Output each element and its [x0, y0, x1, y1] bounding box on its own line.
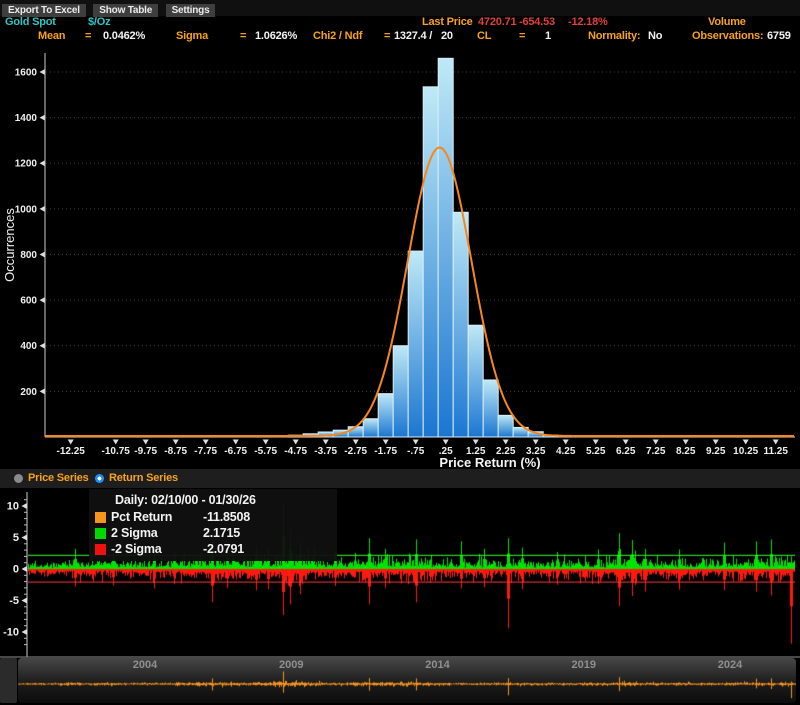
nav-year-label: 2024 — [718, 659, 742, 671]
observations-value: 6759 — [767, 30, 791, 42]
svg-text:1400: 1400 — [15, 113, 38, 124]
normality-value: No — [648, 30, 662, 42]
ndf-value: 20 — [441, 30, 453, 42]
security-unit: $/Oz — [88, 16, 110, 28]
svg-text:10.25: 10.25 — [733, 446, 758, 457]
two-sigma-value: 2.1715 — [203, 525, 240, 541]
mean-value: 0.0462% — [103, 30, 145, 42]
legend-neg2sigma-row: -2 Sigma -2.0791 — [95, 541, 331, 557]
nav-year-label: 2019 — [572, 659, 596, 671]
svg-text:11.25: 11.25 — [763, 446, 788, 457]
svg-text:800: 800 — [20, 250, 37, 261]
price-series-radio[interactable] — [14, 474, 23, 483]
svg-text:5.25: 5.25 — [586, 446, 606, 457]
price-change-value: -654.53 — [519, 16, 555, 28]
svg-text:-12.25: -12.25 — [57, 446, 86, 457]
svg-text:1000: 1000 — [15, 204, 38, 215]
mean-equals: = — [85, 30, 91, 42]
svg-text:5: 5 — [13, 532, 19, 544]
cl-label: CL — [477, 30, 491, 42]
svg-text:8.25: 8.25 — [676, 446, 696, 457]
hra-screen: Export To Excel Show Table Settings Gold… — [0, 0, 800, 705]
nav-year-label: 2014 — [425, 659, 449, 671]
svg-text:0: 0 — [13, 564, 19, 576]
svg-text:600: 600 — [20, 296, 37, 307]
svg-text:6.25: 6.25 — [616, 446, 636, 457]
pct-return-swatch-icon — [95, 512, 106, 523]
svg-text:1200: 1200 — [15, 159, 38, 170]
sigma-label: Sigma — [176, 30, 208, 42]
pct-return-label: Pct Return — [111, 509, 203, 525]
svg-text:-2.75: -2.75 — [344, 446, 367, 457]
legend-date-range: Daily: 02/10/00 - 01/30/26 — [95, 492, 331, 509]
price-pct-change-value: -12.18% — [568, 16, 608, 28]
svg-text:400: 400 — [20, 341, 37, 352]
normality-label: Normality: — [588, 30, 640, 42]
return-series-label[interactable]: Return Series — [109, 472, 178, 484]
svg-text:-1.75: -1.75 — [374, 446, 397, 457]
neg-two-sigma-value: -2.0791 — [203, 541, 244, 557]
mean-label: Mean — [38, 30, 65, 42]
pct-return-value: -11.8508 — [203, 509, 250, 525]
chi2-ndf-label: Chi2 / Ndf — [313, 30, 362, 42]
svg-text:4.25: 4.25 — [556, 446, 576, 457]
svg-text:-5: -5 — [9, 595, 19, 607]
navigator-left-gutter[interactable] — [0, 658, 17, 703]
svg-text:-4.75: -4.75 — [284, 446, 307, 457]
price-series-label[interactable]: Price Series — [28, 472, 89, 484]
volume-label: Volume — [708, 16, 746, 28]
toolbar: Export To Excel Show Table Settings — [0, 0, 800, 16]
svg-text:-10: -10 — [3, 627, 19, 639]
legend-2sigma-row: 2 Sigma 2.1715 — [95, 525, 331, 541]
navigator-overview-line[interactable] — [18, 669, 796, 702]
nav-year-label: 2009 — [279, 659, 303, 671]
svg-text:Occurrences: Occurrences — [2, 208, 17, 282]
legend-pct-return-row: Pct Return -11.8508 — [95, 509, 331, 525]
security-name: Gold Spot — [5, 16, 56, 28]
navigator-strip[interactable]: 2004 2009 2014 2019 2024 — [18, 658, 796, 703]
last-price-label: Last Price — [422, 16, 473, 28]
svg-text:-9.75: -9.75 — [134, 446, 157, 457]
chi2-value: 1327.4 / — [394, 30, 432, 42]
svg-text:-5.75: -5.75 — [254, 446, 277, 457]
svg-text:Price Return (%): Price Return (%) — [439, 455, 540, 469]
svg-text:200: 200 — [20, 387, 37, 398]
svg-text:-6.75: -6.75 — [224, 446, 247, 457]
histogram-chart: 200 400 600 800 1000 1200 1400 1600 -12.25 -10.75… — [0, 45, 800, 469]
chart-legend: Daily: 02/10/00 - 01/30/26 Pct Return -1… — [89, 489, 337, 561]
svg-text:-8.75: -8.75 — [164, 446, 187, 457]
header-row-stats: Mean = 0.0462% Sigma = 1.0626% Chi2 / Nd… — [0, 30, 800, 44]
nav-year-label: 2004 — [133, 659, 157, 671]
svg-text:7.25: 7.25 — [646, 446, 666, 457]
svg-text:10: 10 — [7, 501, 19, 513]
svg-text:9.25: 9.25 — [706, 446, 726, 457]
svg-text:-3.75: -3.75 — [314, 446, 337, 457]
return-series-radio[interactable] — [95, 474, 104, 483]
two-sigma-label: 2 Sigma — [111, 525, 203, 541]
svg-text:-7.75: -7.75 — [194, 446, 217, 457]
chi2-equals: = — [384, 30, 390, 42]
last-price-value: 4720.71 — [478, 16, 516, 28]
svg-text:-10.75: -10.75 — [102, 446, 131, 457]
header-row-security: Gold Spot $/Oz Last Price 4720.71 -654.5… — [0, 16, 800, 30]
neg-two-sigma-label: -2 Sigma — [111, 541, 203, 557]
neg-two-sigma-swatch-icon — [95, 544, 106, 555]
svg-text:-.75: -.75 — [407, 446, 425, 457]
svg-text:1600: 1600 — [15, 67, 38, 78]
sigma-value: 1.0626% — [255, 30, 297, 42]
series-selector-bar: Price Series Return Series — [0, 469, 800, 488]
sigma-equals: = — [240, 30, 246, 42]
two-sigma-swatch-icon — [95, 528, 106, 539]
observations-label: Observations: — [692, 30, 763, 42]
cl-equals: = — [519, 30, 525, 42]
cl-value: 1 — [545, 30, 551, 42]
